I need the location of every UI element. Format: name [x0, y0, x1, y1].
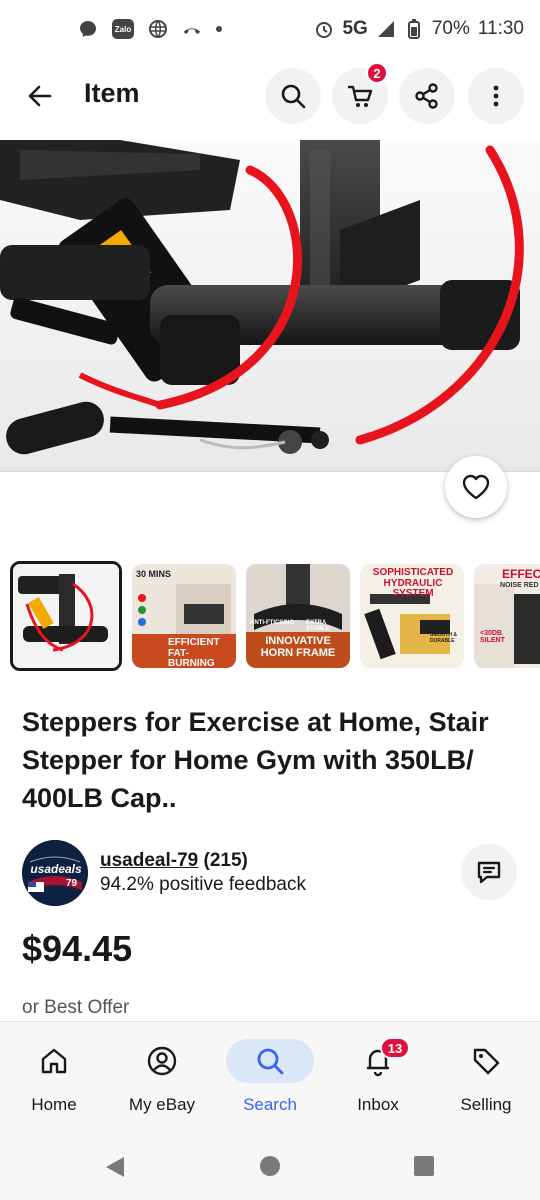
thumbnail-5-caption-top: EFFEC: [502, 567, 540, 581]
more-options-button[interactable]: [468, 68, 524, 124]
item-title: Steppers for Exercise at Home, Stair Ste…: [22, 707, 489, 813]
cart-badge: 2: [366, 62, 388, 84]
triangle-back-icon: [106, 1157, 124, 1177]
cart-button[interactable]: 2: [332, 62, 388, 124]
search-button[interactable]: [265, 68, 321, 124]
share-button[interactable]: [399, 68, 455, 124]
seller-feedback-percent: 94.2% positive feedback: [100, 874, 306, 895]
search-icon: [281, 84, 306, 109]
thumbnail-strip[interactable]: 30 MINS EFFICIENT FAT-BURNING ANTI-FTICS…: [10, 561, 540, 671]
signal-icon: [376, 19, 396, 39]
home-icon: [41, 1048, 67, 1074]
arrow-left-icon: [28, 85, 52, 107]
product-image[interactable]: [0, 140, 540, 472]
nav-my-ebay[interactable]: My eBay: [108, 1022, 216, 1133]
inbox-badge: 13: [380, 1037, 410, 1059]
seller-feedback-count: (215): [203, 850, 248, 871]
messenger-icon: [78, 19, 98, 39]
person-icon: [147, 1046, 177, 1076]
nav-my-ebay-label: My eBay: [128, 1095, 196, 1114]
notification-dot-icon: [216, 26, 222, 32]
back-button[interactable]: [18, 74, 62, 118]
watchlist-button[interactable]: [445, 456, 507, 518]
thumbnail-3-caption-bottom: INNOVATIVE HORN FRAME: [260, 635, 336, 659]
thumbnail-2-caption-bottom: EFFICIENT FAT-BURNING: [168, 637, 220, 668]
circle-home-icon: [260, 1156, 280, 1176]
thumbnail-3-caption-mid: EXTRA STABLE: [306, 620, 330, 633]
battery-icon: [404, 19, 424, 39]
nav-selling[interactable]: Selling: [432, 1022, 540, 1133]
thumbnail-3[interactable]: ANTI-FTICSING EXTRA STABLE INNOVATIVE HO…: [246, 564, 350, 668]
zalo-icon: Zalo: [112, 19, 134, 39]
nav-inbox-label: Inbox: [357, 1095, 399, 1114]
thumbnail-2-caption-top: 30 MINS: [136, 569, 172, 579]
system-back-button[interactable]: [104, 1155, 126, 1184]
avatar-subtext: 79: [66, 878, 78, 889]
more-vertical-icon: [493, 85, 499, 107]
top-app-bar: Item 2: [0, 62, 540, 126]
heart-icon: [462, 474, 490, 500]
share-icon: [415, 83, 438, 109]
clock: 11:30: [477, 18, 524, 39]
seller-name[interactable]: usadeal-79: [100, 850, 198, 871]
nav-search-label: Search: [243, 1095, 297, 1114]
item-price: $94.45: [22, 928, 133, 969]
battery-percent: 70%: [431, 18, 470, 39]
nav-inbox[interactable]: 13 Inbox: [324, 1022, 432, 1133]
thumbnail-5[interactable]: EFFEC NOISE RED <30DB SILENT: [474, 564, 540, 668]
alarm-icon: [314, 19, 334, 39]
thumbnail-1[interactable]: [10, 561, 122, 671]
globe-icon: [148, 19, 168, 39]
thumbnail-3-caption-top: ANTI-FTICSING: [250, 620, 294, 626]
tag-icon: [473, 1048, 500, 1075]
system-navigation-bar: [0, 1133, 540, 1200]
stepper-machine-illustration: [0, 140, 540, 471]
contact-seller-button[interactable]: [461, 844, 517, 900]
best-offer-label: or Best Offer: [22, 997, 130, 1018]
nav-search[interactable]: Search: [216, 1022, 324, 1133]
bottom-navigation: Home My eBay Search 13 Inbox Selling: [0, 1021, 540, 1133]
message-icon: [477, 861, 501, 884]
thumbnail-5-caption-bottom: <30DB SILENT: [480, 630, 505, 645]
status-bar: Zalo 5G 70% 11:30: [0, 0, 540, 58]
missed-call-icon: [182, 19, 202, 39]
network-label: 5G: [342, 18, 368, 39]
thumbnail-2[interactable]: 30 MINS EFFICIENT FAT-BURNING: [132, 564, 236, 668]
nav-home-label: Home: [31, 1095, 77, 1114]
system-recents-button[interactable]: [413, 1155, 435, 1182]
search-icon: [257, 1048, 284, 1075]
cart-icon: [347, 85, 373, 107]
thumbnail-4[interactable]: SOPHISTICATED HYDRAULIC SYSTEM QUIET, SM…: [360, 564, 464, 668]
thumbnail-4-caption-top: SOPHISTICATED HYDRAULIC SYSTEM: [372, 567, 454, 599]
avatar-text: usadeals: [30, 862, 82, 876]
thumbnail-4-caption-bottom: QUIET, SMOOTH & DURABLE: [430, 627, 457, 644]
nav-home[interactable]: Home: [0, 1022, 108, 1133]
square-recents-icon: [414, 1156, 434, 1176]
nav-selling-label: Selling: [460, 1095, 512, 1114]
system-home-button[interactable]: [259, 1155, 281, 1182]
seller-card[interactable]: usadeals 79 usadeal-79 (215) 94.2% posit…: [22, 840, 522, 906]
seller-name-line[interactable]: usadeal-79 (215): [100, 850, 248, 872]
thumbnail-5-caption-mid: NOISE RED: [500, 582, 539, 589]
page-title: Item: [84, 78, 140, 108]
seller-avatar[interactable]: usadeals 79: [22, 840, 88, 906]
